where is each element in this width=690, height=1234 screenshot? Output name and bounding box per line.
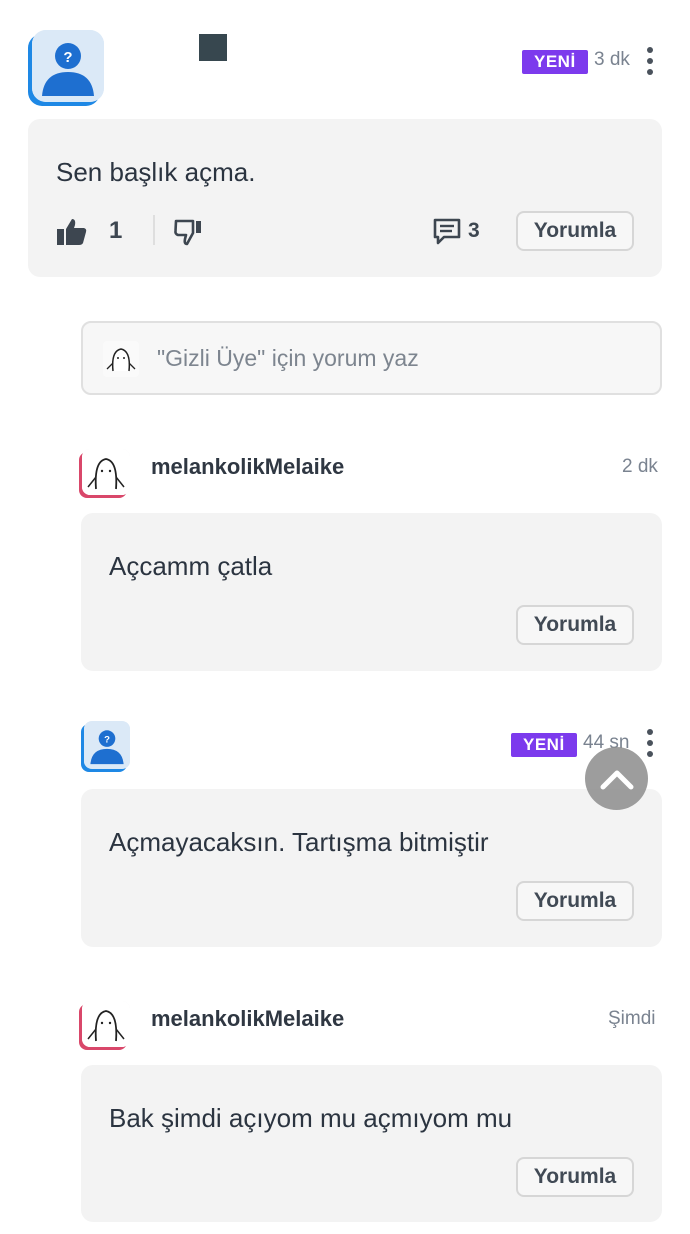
- reply-1-text: Açcamm çatla: [109, 551, 273, 581]
- reply-input[interactable]: "Gizli Üye" için yorum yaz: [81, 321, 662, 395]
- reply-3-card: Bak şimdi açıyom mu açmıyom mu Yorumla: [81, 1065, 662, 1222]
- reply-2-comment-button[interactable]: Yorumla: [516, 881, 634, 921]
- comment-count: 3: [468, 219, 480, 242]
- drawing-avatar-icon: [106, 348, 136, 372]
- reply-placeholder: "Gizli Üye" için yorum yaz: [157, 345, 419, 371]
- reply-3-comment-button[interactable]: Yorumla: [516, 1157, 634, 1197]
- svg-text:?: ?: [63, 49, 72, 66]
- redacted-username: [112, 38, 192, 88]
- reply-3-time: Şimdi: [608, 1008, 656, 1029]
- drawing-avatar-icon: [82, 1001, 130, 1047]
- comments-link[interactable]: 3: [432, 217, 480, 245]
- reply-1-card: Açcamm çatla Yorumla: [81, 513, 662, 671]
- comment-button[interactable]: Yorumla: [516, 211, 634, 251]
- drawing-avatar-icon: [82, 449, 130, 495]
- scroll-to-top-button[interactable]: [585, 747, 648, 810]
- more-vert-icon[interactable]: [645, 729, 655, 757]
- post-card: Sen başlık açma. 1 3 Yorumla: [28, 119, 662, 277]
- more-vert-icon[interactable]: [645, 47, 655, 75]
- like-count: 1: [109, 217, 123, 244]
- anonymous-avatar-icon: ?: [84, 722, 130, 768]
- post-time: 3 dk: [594, 49, 630, 70]
- reply-1-comment-button[interactable]: Yorumla: [516, 605, 634, 645]
- reply-2-card: Açmayacaksın. Tartışma bitmiştir Yorumla: [81, 789, 662, 947]
- redacted-square: [199, 34, 227, 61]
- thumbs-down-icon: [174, 219, 201, 246]
- new-badge: YENİ: [522, 50, 588, 74]
- post-author-avatar[interactable]: ?: [32, 30, 104, 102]
- reply-3-text: Bak şimdi açıyom mu açmıyom mu: [109, 1103, 513, 1133]
- reply-2-avatar[interactable]: ?: [84, 721, 130, 769]
- reply-3-username[interactable]: melankolikMelaike: [151, 1006, 344, 1032]
- comment-bubble-icon: [433, 218, 461, 245]
- thumbs-up-icon: [57, 219, 87, 245]
- reaction-divider: [153, 215, 155, 245]
- svg-text:?: ?: [104, 734, 110, 745]
- reply-3-avatar[interactable]: [82, 1001, 130, 1047]
- reply-2-text: Açmayacaksın. Tartışma bitmiştir: [109, 827, 489, 857]
- reply-1-avatar[interactable]: [82, 449, 130, 495]
- like-button[interactable]: [56, 217, 88, 247]
- dislike-button[interactable]: [173, 217, 203, 247]
- current-user-avatar: [103, 341, 139, 377]
- reply-1-username[interactable]: melankolikMelaike: [151, 454, 344, 480]
- new-badge-2: YENİ: [511, 733, 577, 757]
- anonymous-avatar-icon: ?: [32, 30, 104, 102]
- post-text: Sen başlık açma.: [56, 157, 256, 187]
- chevron-up-icon: [600, 770, 633, 789]
- reply-1-time: 2 dk: [622, 456, 658, 477]
- redacted-username-2: [130, 718, 230, 774]
